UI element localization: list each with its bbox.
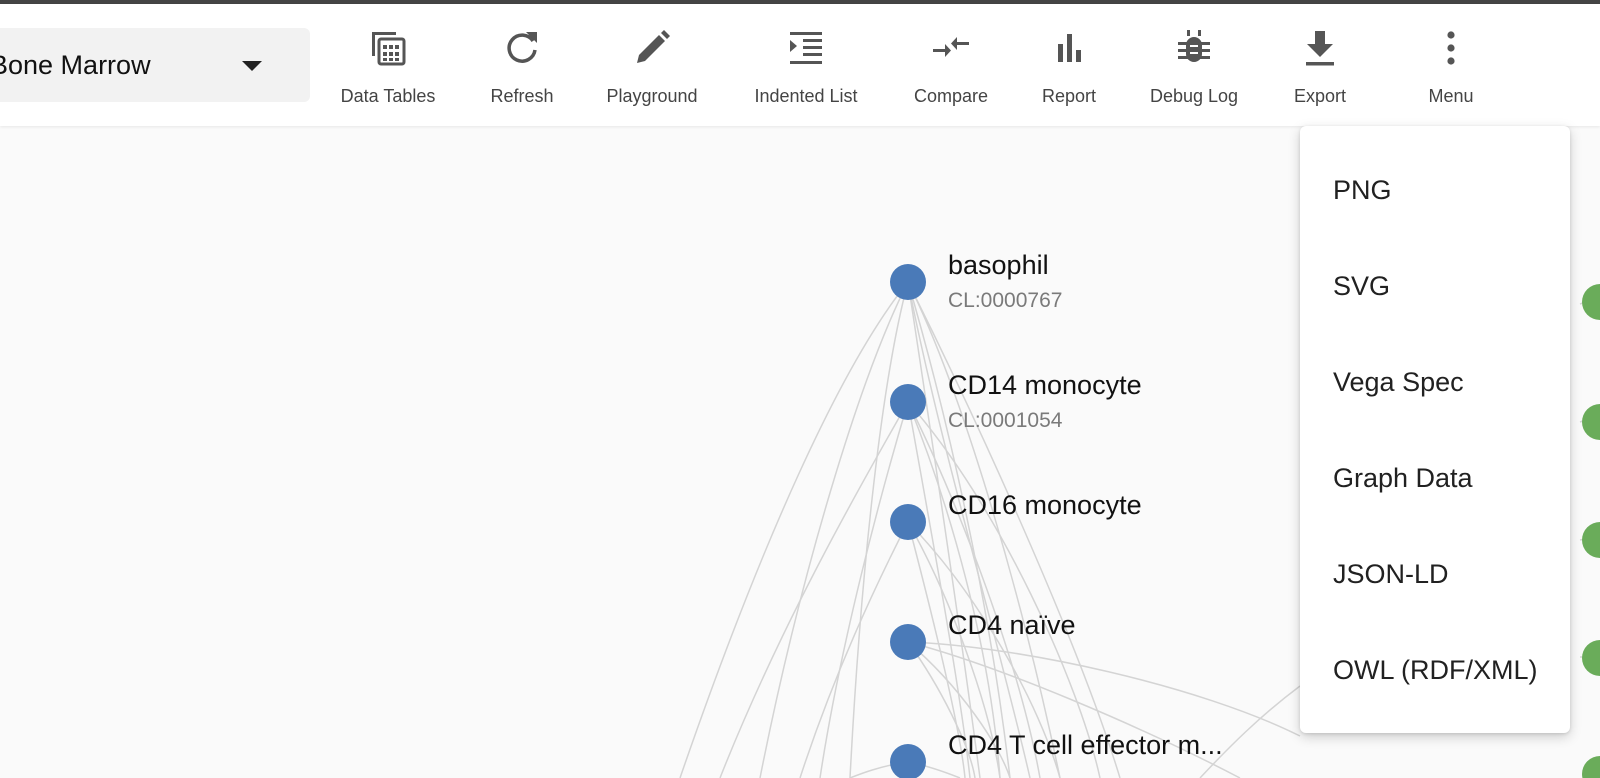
graph-node-0[interactable]: basophil CL:0000767 — [890, 250, 1062, 312]
report-label: Report — [1041, 86, 1097, 106]
menu-label: Menu — [1428, 86, 1474, 106]
node-label: CD4 T cell effector m... — [948, 730, 1223, 760]
indented-list-label: Indented List — [754, 86, 858, 106]
report-button[interactable]: Report — [1039, 28, 1099, 112]
node-dot — [890, 744, 926, 778]
graph-node-right-2[interactable] — [1582, 522, 1600, 558]
graph-node-right-1[interactable] — [1582, 404, 1600, 440]
playground-label: Playground — [606, 86, 698, 106]
bug-icon — [1178, 30, 1210, 62]
node-dot — [890, 504, 926, 540]
export-json-ld-item[interactable]: JSON-LD — [1300, 526, 1570, 622]
export-graph-data-item[interactable]: Graph Data — [1300, 430, 1570, 526]
export-png-item[interactable]: PNG — [1300, 142, 1570, 238]
node-id: CL:0001054 — [948, 409, 1063, 432]
download-icon — [1306, 31, 1334, 66]
refresh-label: Refresh — [490, 86, 554, 106]
node-label: CD14 monocyte — [948, 370, 1142, 400]
compare-arrows-icon — [933, 37, 969, 57]
node-id: CL:0000767 — [948, 289, 1062, 312]
refresh-button[interactable]: Refresh — [488, 28, 556, 112]
organ-select[interactable]: Bone Marrow — [0, 28, 310, 102]
compare-label: Compare — [913, 86, 989, 106]
compare-button[interactable]: Compare — [912, 28, 990, 112]
node-label: CD4 naïve — [948, 610, 1076, 640]
export-menu: PNG SVG Vega Spec Graph Data JSON-LD OWL… — [1300, 126, 1570, 733]
export-vega-spec-item[interactable]: Vega Spec — [1300, 334, 1570, 430]
node-dot — [890, 384, 926, 420]
graph-node-right-3[interactable] — [1582, 640, 1600, 676]
debug-log-button[interactable]: Debug Log — [1147, 28, 1241, 112]
toolbar: Bone Marrow Data Tables Refresh Playgrou… — [0, 4, 1600, 126]
data-tables-button[interactable]: Data Tables — [338, 28, 438, 112]
playground-button[interactable]: Playground — [604, 28, 700, 112]
node-label: CD16 monocyte — [948, 490, 1142, 520]
chevron-down-icon — [242, 61, 262, 71]
indent-icon — [790, 32, 822, 64]
export-label: Export — [1293, 86, 1347, 106]
debug-log-label: Debug Log — [1149, 86, 1239, 106]
node-label: basophil — [948, 250, 1049, 280]
refresh-icon — [507, 32, 537, 63]
table-icon — [372, 32, 406, 66]
indented-list-button[interactable]: Indented List — [750, 28, 862, 112]
organ-select-value: Bone Marrow — [0, 50, 151, 80]
graph-node-right-4[interactable] — [1582, 756, 1600, 778]
graph-node-right-0[interactable] — [1582, 284, 1600, 320]
more-vert-icon — [1447, 31, 1455, 65]
bar-chart-icon — [1058, 34, 1081, 62]
export-svg-item[interactable]: SVG — [1300, 238, 1570, 334]
node-dot — [890, 264, 926, 300]
graph-node-1[interactable]: CD14 monocyte CL:0001054 — [890, 370, 1142, 432]
export-button[interactable]: Export — [1289, 28, 1351, 112]
menu-button[interactable]: Menu — [1425, 28, 1477, 112]
pencil-icon — [637, 30, 670, 63]
data-tables-label: Data Tables — [340, 86, 436, 106]
node-dot — [890, 624, 926, 660]
export-owl-item[interactable]: OWL (RDF/XML) — [1300, 622, 1570, 718]
